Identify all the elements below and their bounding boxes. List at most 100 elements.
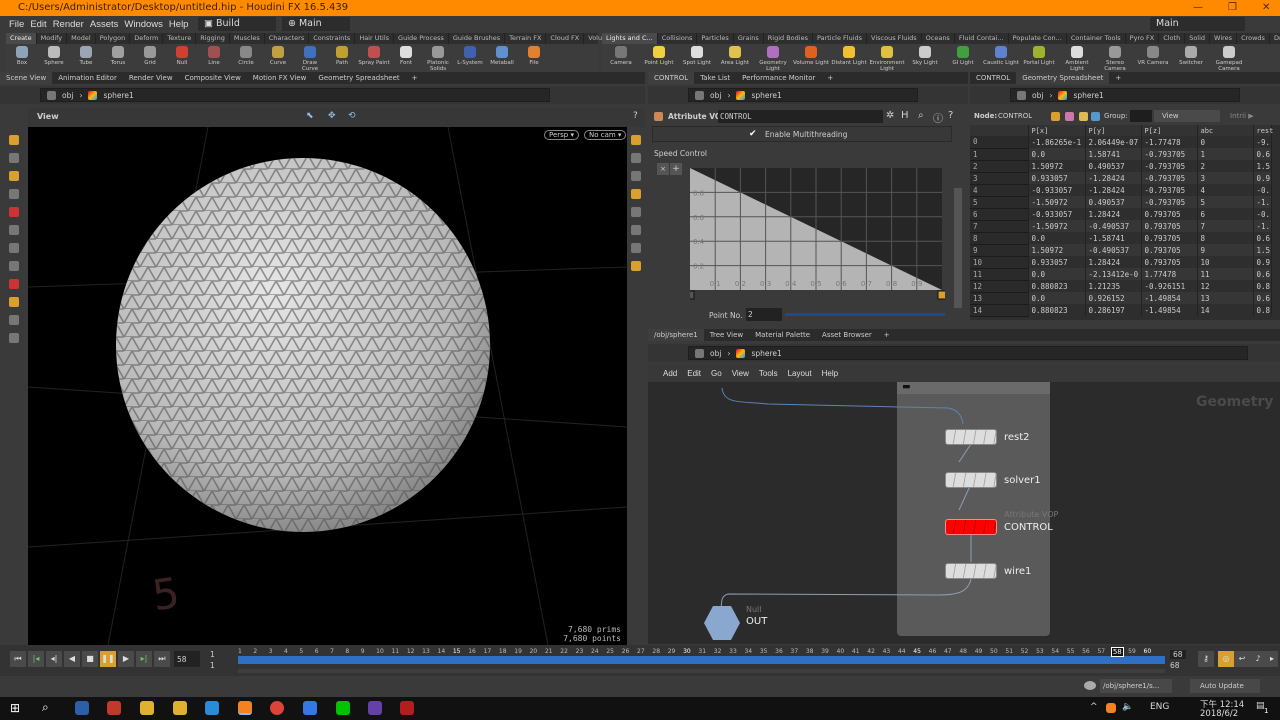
desktop-select[interactable]: ▣ Build bbox=[198, 17, 276, 31]
add-tab-button[interactable]: + bbox=[821, 72, 839, 84]
info-icon[interactable]: ⓘ bbox=[933, 110, 943, 125]
jump-start-button[interactable]: ⏮ bbox=[10, 651, 26, 667]
taskbar-app-3[interactable] bbox=[303, 701, 317, 715]
jump-end-button[interactable]: ⏭ bbox=[154, 651, 170, 667]
shelf-tool-caustic-light[interactable]: Caustic Light bbox=[982, 44, 1020, 72]
shelf-tab[interactable]: Collisions bbox=[658, 33, 698, 44]
range-slider[interactable] bbox=[238, 669, 1165, 673]
shelf-tool-volume-light[interactable]: Volume Light bbox=[792, 44, 830, 72]
menu-edit[interactable]: Edit bbox=[27, 19, 49, 30]
shelf-tool-grid[interactable]: Grid bbox=[134, 44, 166, 72]
path-sphere1[interactable]: sphere1 bbox=[751, 91, 781, 100]
select-tool-icon[interactable]: ⬉ bbox=[306, 111, 314, 121]
pane-tab[interactable]: Render View bbox=[123, 72, 179, 84]
keys-icon[interactable]: ⚷ bbox=[1198, 651, 1214, 667]
audio-icon[interactable]: ♪ bbox=[1250, 651, 1266, 667]
path-obj[interactable]: obj bbox=[1032, 91, 1043, 100]
path-sphere1[interactable]: sphere1 bbox=[751, 349, 781, 358]
end-frame-field[interactable]: 68 bbox=[1170, 650, 1186, 659]
detail-mode-icon[interactable] bbox=[1091, 112, 1100, 121]
shelf-tool-circle[interactable]: Circle bbox=[230, 44, 262, 72]
taskbar-line[interactable] bbox=[336, 701, 350, 715]
minimize-button[interactable]: — bbox=[1193, 0, 1203, 16]
magnet-icon[interactable] bbox=[9, 207, 19, 217]
points-mode-icon[interactable] bbox=[1051, 112, 1060, 121]
node-rest2[interactable] bbox=[945, 429, 997, 445]
shelf-tool-null[interactable]: Null bbox=[166, 44, 198, 72]
shelf-tab[interactable]: Polygon bbox=[96, 33, 131, 44]
lock-icon[interactable] bbox=[631, 171, 641, 181]
help-icon[interactable]: ? bbox=[948, 110, 953, 121]
shelf-tool-line[interactable]: Line bbox=[198, 44, 230, 72]
network-editor[interactable]: Geometry ▬ rest2 solver1 Attribute VOP C… bbox=[648, 382, 1280, 644]
scene-viewport[interactable]: 5 7,680 prims 7,680 points Persp ▾ No ca… bbox=[28, 127, 627, 645]
select-icon[interactable] bbox=[9, 135, 19, 145]
current-frame-field[interactable]: 58 bbox=[174, 651, 200, 667]
hda-icon[interactable]: H bbox=[901, 110, 909, 121]
params-path-field[interactable]: obj › sphere1 bbox=[688, 88, 918, 102]
clock-date[interactable]: 2018/6/2 bbox=[1200, 709, 1238, 719]
light-icon[interactable] bbox=[9, 333, 19, 343]
shelf-tool-vr-camera[interactable]: VR Camera bbox=[1134, 44, 1172, 72]
shelf-tool-area-light[interactable]: Area Light bbox=[716, 44, 754, 72]
shelf-tab[interactable]: Oceans bbox=[922, 33, 955, 44]
shelf-tool-environment-light[interactable]: Environment Light bbox=[868, 44, 906, 72]
shelf-tab[interactable]: Muscles bbox=[230, 33, 265, 44]
vertices-mode-icon[interactable] bbox=[1065, 112, 1074, 121]
magnet2-icon[interactable] bbox=[9, 279, 19, 289]
shelf-tool-path[interactable]: Path bbox=[326, 44, 358, 72]
taskbar-app-2[interactable] bbox=[107, 701, 121, 715]
shelf-tab[interactable]: Wires bbox=[1210, 33, 1238, 44]
shelf-tool-l-system[interactable]: L-System bbox=[454, 44, 486, 72]
start-button[interactable]: ⊞ bbox=[10, 701, 20, 715]
shelf-tab[interactable]: Container Tools bbox=[1067, 33, 1126, 44]
path-sphere1[interactable]: sphere1 bbox=[103, 91, 133, 100]
ghost-icon[interactable] bbox=[631, 153, 641, 163]
help-icon[interactable]: ? bbox=[633, 111, 638, 121]
intrinsics-button[interactable]: Intrii ▶ bbox=[1230, 112, 1254, 120]
prev-key-button[interactable]: |◂ bbox=[28, 651, 44, 667]
network-path-field[interactable]: obj › sphere1 bbox=[688, 346, 1248, 360]
shelf-tool-platonic-solids[interactable]: Platonic Solids bbox=[422, 44, 454, 72]
timeline-bar[interactable]: 1 2 3 4 5 6 7 8 9 10 11 12 13 14 15 16 17 18 19 20 21 22 23 24 2… bbox=[238, 647, 1165, 665]
range-start-field[interactable]: 1 bbox=[210, 661, 215, 670]
spreadsheet-path-field[interactable]: obj › sphere1 bbox=[1010, 88, 1240, 102]
path-obj[interactable]: obj bbox=[62, 91, 73, 100]
snap-icon[interactable] bbox=[9, 261, 19, 271]
timeline-track[interactable] bbox=[238, 656, 1165, 664]
shelf-tab[interactable]: Viscous Fluids bbox=[867, 33, 922, 44]
shelf-tool-geometry-light[interactable]: Geometry Light bbox=[754, 44, 792, 72]
shelf-tool-stereo-camera[interactable]: Stereo Camera bbox=[1096, 44, 1134, 72]
add-tab-button[interactable]: + bbox=[406, 72, 424, 84]
shelf-tab[interactable]: Solid bbox=[1185, 33, 1211, 44]
pane-tab[interactable]: CONTROL bbox=[970, 72, 1016, 84]
shelf-tab[interactable]: Characters bbox=[265, 33, 310, 44]
pane-tab[interactable]: CONTROL bbox=[648, 72, 695, 84]
shelf-tool-metaball[interactable]: Metaball bbox=[486, 44, 518, 72]
options-icon[interactable]: ▸ bbox=[1266, 651, 1278, 667]
range-end-field[interactable]: 68 bbox=[1170, 661, 1180, 670]
pane-tab[interactable]: Take List bbox=[694, 72, 736, 84]
camera-icon[interactable] bbox=[9, 315, 19, 325]
shelf-tool-portal-light[interactable]: Portal Light bbox=[1020, 44, 1058, 72]
shelf-tab[interactable]: Cloth bbox=[1159, 33, 1186, 44]
column-header[interactable]: P[z] bbox=[1141, 125, 1198, 136]
column-header[interactable] bbox=[970, 125, 1029, 136]
shelf-tab[interactable]: Grains bbox=[734, 33, 764, 44]
step-back-button[interactable]: ◂| bbox=[46, 651, 62, 667]
shelf-tab[interactable]: Fluid Contai... bbox=[955, 33, 1009, 44]
handle-icon[interactable] bbox=[9, 171, 19, 181]
workspace-select-right[interactable]: Main bbox=[1150, 17, 1245, 31]
shelf-tool-file[interactable]: File bbox=[518, 44, 550, 72]
next-key-button[interactable]: ▸| bbox=[136, 651, 152, 667]
realtime-icon[interactable]: ◎ bbox=[1218, 651, 1234, 667]
layout-icon[interactable] bbox=[631, 261, 641, 271]
close-button[interactable]: ✕ bbox=[1262, 0, 1270, 16]
multithread-checkbox[interactable]: ✔ bbox=[749, 129, 757, 139]
column-header[interactable]: rest bbox=[1253, 125, 1273, 136]
shelf-tab[interactable]: Constraints bbox=[309, 33, 356, 44]
menu-help[interactable]: Help bbox=[166, 19, 192, 30]
shelf-tab[interactable]: Particles bbox=[697, 33, 734, 44]
taskbar-app-4[interactable] bbox=[400, 701, 414, 715]
stop-button[interactable]: ■ bbox=[82, 651, 98, 667]
